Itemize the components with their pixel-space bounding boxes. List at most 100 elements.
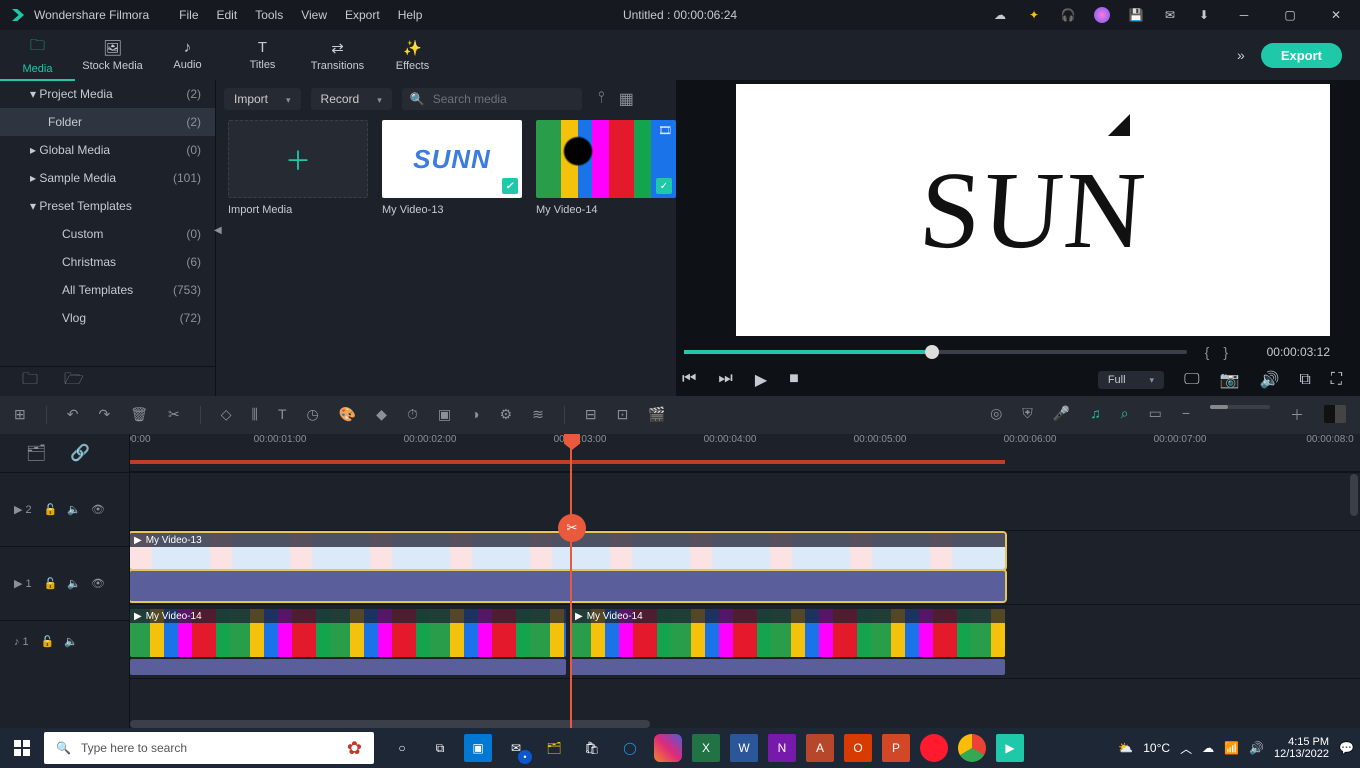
chrome-icon[interactable] [958, 734, 986, 762]
manage-tracks-icon[interactable]: 🗂 [26, 443, 46, 463]
cortana-icon[interactable]: ○ [388, 734, 416, 762]
more-tabs-icon[interactable]: » [1237, 47, 1245, 63]
zoom-out-icon[interactable]: − [1182, 405, 1190, 425]
clip-thumb-13[interactable]: SUNN 🎞 ✓ [382, 120, 522, 198]
clip-v14-b-audio[interactable] [571, 659, 1005, 675]
ungroup-icon[interactable]: ⊡ [617, 406, 629, 424]
prev-frame-icon[interactable]: ⏮ [682, 370, 696, 390]
snapshot-icon[interactable]: 📷 [1220, 370, 1240, 390]
instagram-icon[interactable] [654, 734, 682, 762]
track-header-v1[interactable]: ▶ 1 🔓🔈👁 [0, 546, 129, 620]
next-frame-icon[interactable]: ⏭ [718, 370, 732, 390]
filter-icon[interactable]: ⫯ [598, 89, 605, 109]
music-icon[interactable]: ♫ [1090, 405, 1101, 425]
fullscreen-icon[interactable]: ⛶ [1331, 371, 1342, 389]
stop-icon[interactable]: ■ [789, 370, 799, 390]
export-button[interactable]: Export [1261, 43, 1342, 68]
sidebar-vlog[interactable]: Vlog(72) [0, 304, 215, 332]
sidebar-sample-media[interactable]: ▸ Sample Media(101) [0, 164, 215, 192]
app-icon[interactable]: ▣ [464, 734, 492, 762]
marker-add-icon[interactable]: ▭ [1149, 405, 1162, 425]
weather-text[interactable]: 10°C [1143, 741, 1170, 755]
tray-expand-icon[interactable]: ︿ [1180, 740, 1192, 757]
clock[interactable]: 4:15 PM12/13/2022 [1274, 736, 1329, 760]
lock-icon[interactable]: 🔓 [44, 577, 58, 590]
visibility-icon[interactable]: 👁 [91, 577, 105, 590]
mute-icon[interactable]: 🔈 [64, 635, 78, 648]
detect-icon[interactable]: ▣ [438, 406, 451, 424]
clip-my-video-14[interactable]: 🎞 ✓ My Video-14 [536, 120, 676, 216]
sidebar-all-templates[interactable]: All Templates(753) [0, 276, 215, 304]
zoom-slider[interactable] [1210, 405, 1270, 409]
sidebar-folder[interactable]: Folder(2) [0, 108, 215, 136]
store-icon[interactable]: 🛍 [578, 734, 606, 762]
menu-tools[interactable]: Tools [255, 8, 283, 22]
menu-view[interactable]: View [301, 8, 327, 22]
sidebar-custom[interactable]: Custom(0) [0, 220, 215, 248]
color-icon[interactable]: 🎨 [339, 406, 356, 424]
visibility-icon[interactable]: 👁 [91, 503, 105, 516]
clip-v13-audio[interactable] [130, 571, 1005, 601]
preview-quality-dropdown[interactable]: Full [1098, 371, 1164, 389]
menu-edit[interactable]: Edit [217, 8, 238, 22]
playhead[interactable]: ✂ [570, 438, 572, 728]
thumbnail-mode-icon[interactable] [1324, 405, 1346, 423]
crop-icon[interactable]: ⫼ [252, 406, 258, 424]
clip-v14-a[interactable]: ▶My Video-14 [130, 609, 566, 657]
record-dropdown[interactable]: Record [311, 88, 392, 110]
cut-icon[interactable]: ✂ [168, 406, 180, 424]
compare-icon[interactable]: ⧉ [1299, 371, 1310, 389]
track-header-v2[interactable]: ▶ 2 🔓🔈👁 [0, 472, 129, 546]
powerpoint-icon[interactable]: P [882, 734, 910, 762]
weather-icon[interactable]: ⛅ [1118, 741, 1133, 755]
options-icon[interactable]: ⊞ [14, 406, 26, 424]
track-header-a1[interactable]: ♪ 1 🔓🔈 [0, 620, 129, 662]
sidebar-preset-templates[interactable]: ▾ Preset Templates [0, 192, 215, 220]
vertical-scrollbar[interactable] [1350, 474, 1358, 516]
avatar-icon[interactable] [1094, 7, 1110, 23]
split-icon[interactable]: ✂ [558, 514, 586, 542]
track-a1[interactable] [130, 678, 1360, 720]
display-icon[interactable]: 🖵 [1184, 371, 1199, 389]
magnet-icon[interactable]: ⌕ [1121, 405, 1129, 425]
onenote-icon[interactable]: N [768, 734, 796, 762]
mark-out-icon[interactable]: } [1223, 344, 1228, 360]
keyframe-icon[interactable]: ◆ [376, 406, 387, 424]
mark-in-icon[interactable]: { [1205, 344, 1210, 360]
menu-export[interactable]: Export [345, 8, 380, 22]
opera-icon[interactable] [920, 734, 948, 762]
sidebar-project-media[interactable]: ▾ Project Media(2) [0, 80, 215, 108]
idea-icon[interactable]: ✦ [1026, 7, 1042, 23]
redo-icon[interactable]: ↷ [98, 406, 110, 424]
record-vo-icon[interactable]: 🎬 [648, 406, 665, 424]
track-v1[interactable]: ▶My Video-14 ▶My Video-14 [130, 604, 1360, 678]
import-media-card[interactable]: ＋ Import Media [228, 120, 368, 216]
tab-titles[interactable]: TTitles [225, 39, 300, 71]
outlook-icon[interactable]: O [844, 734, 872, 762]
delete-icon[interactable]: 🗑 [130, 406, 148, 424]
duration-icon[interactable]: ⏱ [407, 406, 418, 424]
lock-icon[interactable]: 🔓 [44, 503, 58, 516]
clip-v14-a-audio[interactable] [130, 659, 566, 675]
headphones-icon[interactable]: 🎧 [1060, 7, 1076, 23]
filmora-taskbar-icon[interactable]: ▶ [996, 734, 1024, 762]
lock-icon[interactable]: 🔓 [41, 635, 55, 648]
edge-icon[interactable]: ◯ [616, 734, 644, 762]
tab-stock-media[interactable]: 🖼Stock Media [75, 39, 150, 72]
access-icon[interactable]: A [806, 734, 834, 762]
maximize-button[interactable]: ▢ [1276, 8, 1304, 22]
preview-canvas[interactable]: SUN [736, 84, 1330, 336]
group-icon[interactable]: ⊟ [585, 406, 597, 424]
speed-icon[interactable]: ◷ [307, 406, 319, 424]
timeline-body[interactable]: 00:00 00:00:01:00 00:00:02:00 00:00:03:0… [130, 434, 1360, 732]
preview-scrubber[interactable] [684, 350, 1187, 354]
tab-audio[interactable]: ♪Audio [150, 39, 225, 71]
onedrive-icon[interactable]: ☁ [1202, 741, 1214, 755]
tab-media[interactable]: 🗀Media [0, 35, 75, 81]
wifi-icon[interactable]: 📶 [1224, 741, 1239, 755]
mic-icon[interactable]: 🎤 [1053, 405, 1070, 425]
taskview-icon[interactable]: ⧉ [426, 734, 454, 762]
word-icon[interactable]: W [730, 734, 758, 762]
tag-icon[interactable]: ◇ [221, 406, 232, 424]
import-dropdown[interactable]: Import [224, 88, 301, 110]
